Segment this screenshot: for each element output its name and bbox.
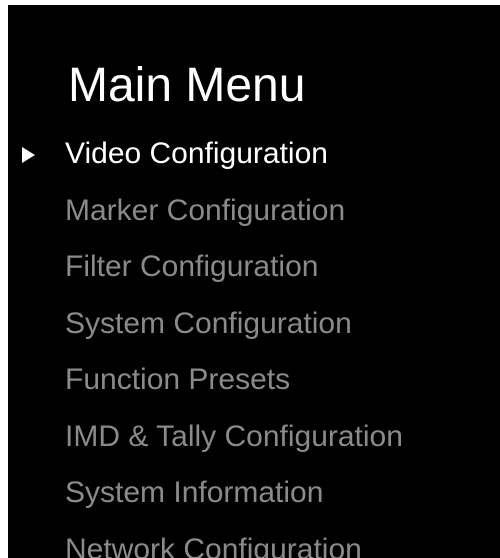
play-triangle-right-icon (22, 147, 35, 163)
menu-item-label: IMD & Tally Configuration (65, 419, 403, 453)
menu-title: Main Menu (68, 59, 306, 112)
menu-item-label: System Information (65, 476, 324, 509)
menu-item-marker-configuration[interactable]: Marker Configuration (8, 183, 500, 240)
menu-item-label: Filter Configuration (65, 250, 319, 283)
menu-item-filter-configuration[interactable]: Filter Configuration (8, 239, 500, 296)
menu-item-label: Marker Configuration (65, 193, 346, 227)
menu-item-imd-tally-configuration[interactable]: IMD & Tally Configuration (8, 409, 500, 466)
menu-item-system-configuration[interactable]: System Configuration (8, 296, 500, 353)
menu-item-system-information[interactable]: System Information (8, 465, 500, 522)
menu-list: Video Configuration Marker Configuration… (8, 126, 500, 558)
menu-item-label: Function Presets (65, 363, 291, 396)
menu-item-network-configuration[interactable]: Network Configuration (8, 522, 500, 558)
menu-item-function-presets[interactable]: Function Presets (8, 352, 500, 409)
menu-item-label: Video Configuration (65, 137, 328, 170)
menu-item-label: Network Configuration (65, 532, 362, 558)
main-menu-screen: Main Menu Video Configuration Marker Con… (8, 5, 500, 558)
menu-item-label: System Configuration (65, 306, 352, 340)
menu-item-video-configuration[interactable]: Video Configuration (8, 126, 500, 183)
